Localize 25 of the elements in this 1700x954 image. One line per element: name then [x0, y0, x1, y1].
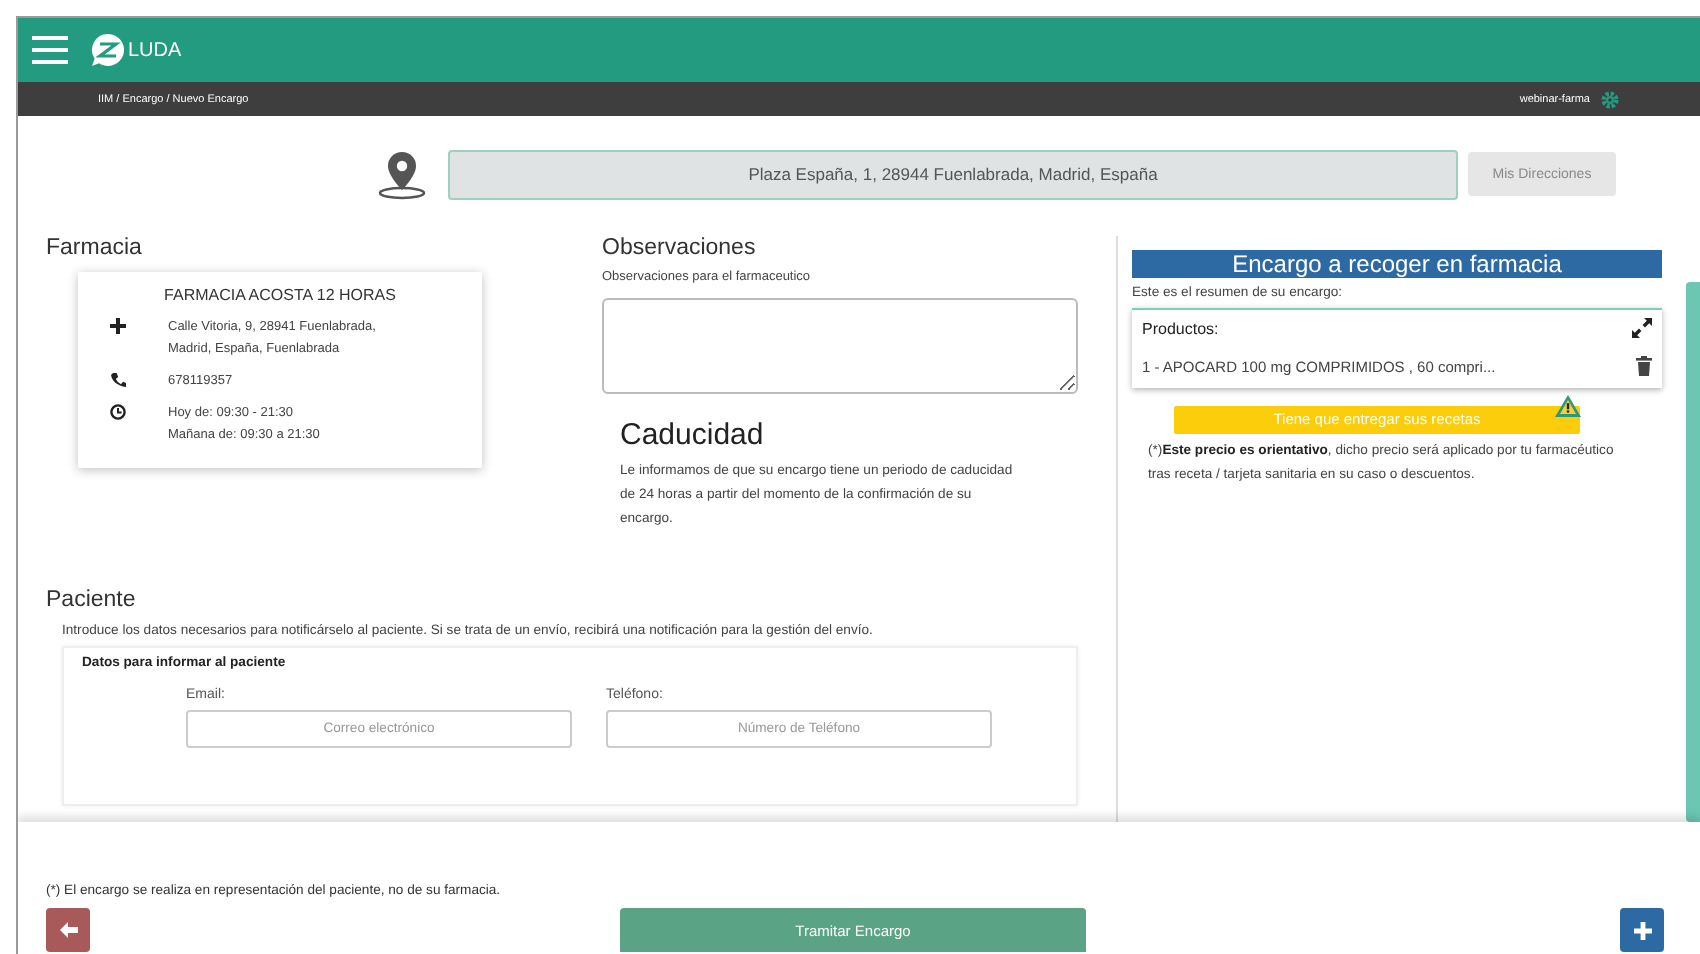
app-name: LUDA: [128, 39, 182, 61]
scrollbar[interactable]: [1686, 282, 1700, 822]
order-title: Encargo a recoger en farmacia: [1132, 250, 1662, 278]
plus-icon: [1633, 921, 1651, 939]
menu-icon[interactable]: [32, 36, 68, 64]
pharmacy-name: FARMACIA ACOSTA 12 HORAS: [162, 286, 398, 304]
settings-icon[interactable]: [1600, 89, 1620, 109]
section-heading: Farmacia: [46, 236, 144, 260]
expand-icon[interactable]: [1632, 318, 1652, 338]
phone-icon: [110, 372, 126, 388]
warning-icon: [1554, 394, 1582, 418]
back-button[interactable]: [46, 908, 90, 952]
observations-field[interactable]: [602, 298, 1078, 394]
cross-icon: [110, 318, 126, 334]
section-heading: Caducidad: [620, 418, 766, 452]
logo-icon: [90, 32, 126, 68]
location-pin-icon: [376, 148, 428, 200]
products-heading: Productos:: [1142, 319, 1219, 337]
trash-icon[interactable]: [1636, 356, 1652, 376]
arrow-left-icon: [59, 922, 77, 938]
address-field[interactable]: Plaza España, 1, 28944 Fuenlabrada, Madrid, España: [448, 149, 1458, 199]
add-button[interactable]: [1620, 908, 1664, 952]
clock-icon: [110, 404, 126, 420]
section-heading: Paciente: [46, 588, 138, 612]
section-heading: Observaciones: [602, 236, 758, 260]
